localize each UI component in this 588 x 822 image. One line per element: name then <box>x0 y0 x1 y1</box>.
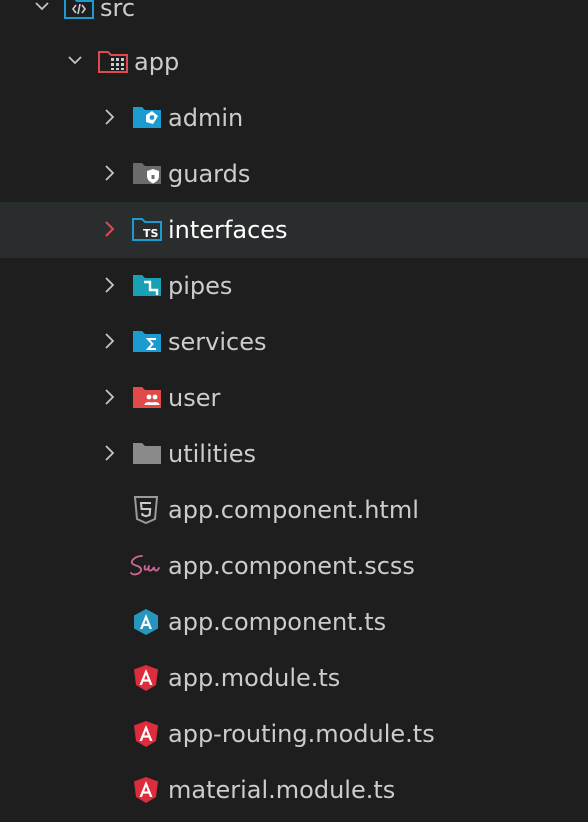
src-folder-icon <box>64 0 94 36</box>
tree-item-pipes-folder[interactable]: pipes <box>0 258 588 314</box>
chevron-right-icon[interactable] <box>102 258 122 314</box>
chevron-right-icon[interactable] <box>102 202 122 258</box>
tree-item-label: services <box>168 328 267 356</box>
tree-item-src-folder[interactable]: src <box>0 0 588 36</box>
pipes-folder-icon <box>132 258 162 314</box>
tree-item-user-folder[interactable]: user <box>0 370 588 426</box>
tree-item-label: app-routing.module.ts <box>168 720 435 748</box>
chevron-down-icon[interactable] <box>34 0 54 36</box>
interfaces-folder-icon: TS <box>132 202 162 258</box>
tree-item-scss-file[interactable]: app.component.scss <box>0 538 588 594</box>
tree-item-label: interfaces <box>168 216 288 244</box>
tree-item-component-ts-file[interactable]: app.component.ts <box>0 594 588 650</box>
tree-item-interfaces-folder[interactable]: TS interfaces <box>0 202 588 258</box>
tree-item-label: app.component.ts <box>168 608 387 636</box>
admin-folder-icon <box>132 90 162 146</box>
file-explorer-tree: src app admin guards TS interfaces pipes… <box>0 0 588 822</box>
svg-text:TS: TS <box>143 227 159 240</box>
user-folder-icon <box>132 370 162 426</box>
tree-item-module-ts-file[interactable]: app.module.ts <box>0 650 588 706</box>
html5-icon <box>133 482 163 538</box>
tree-item-guards-folder[interactable]: guards <box>0 146 588 202</box>
tree-item-label: utilities <box>168 440 256 468</box>
tree-item-label: app.component.html <box>168 496 419 524</box>
services-folder-icon <box>132 314 162 370</box>
angular-icon <box>132 762 162 818</box>
chevron-right-icon[interactable] <box>102 90 122 146</box>
sass-icon <box>128 538 160 594</box>
chevron-down-icon[interactable] <box>67 34 87 90</box>
tree-item-label: user <box>168 384 221 412</box>
tree-item-label: material.module.ts <box>168 776 396 804</box>
app-folder-icon <box>98 34 128 90</box>
angular-component-icon <box>132 594 162 650</box>
angular-icon <box>132 706 162 762</box>
chevron-right-icon[interactable] <box>102 370 122 426</box>
folder-icon <box>132 426 162 482</box>
tree-item-admin-folder[interactable]: admin <box>0 90 588 146</box>
tree-item-utilities-folder[interactable]: utilities <box>0 426 588 482</box>
angular-icon <box>132 650 162 706</box>
chevron-right-icon[interactable] <box>102 426 122 482</box>
tree-item-app-folder[interactable]: app <box>0 34 588 90</box>
chevron-right-icon[interactable] <box>102 146 122 202</box>
guard-folder-icon <box>132 146 162 202</box>
tree-item-label: app <box>134 48 180 76</box>
tree-item-label: pipes <box>168 272 233 300</box>
tree-item-material-module-ts-file[interactable]: material.module.ts <box>0 762 588 818</box>
tree-item-label: app.module.ts <box>168 664 341 692</box>
tree-item-label: src <box>100 0 136 22</box>
tree-item-label: admin <box>168 104 244 132</box>
tree-item-routing-module-ts-file[interactable]: app-routing.module.ts <box>0 706 588 762</box>
tree-item-html-file[interactable]: app.component.html <box>0 482 588 538</box>
tree-item-services-folder[interactable]: services <box>0 314 588 370</box>
tree-item-label: app.component.scss <box>168 552 415 580</box>
chevron-right-icon[interactable] <box>102 314 122 370</box>
tree-item-label: guards <box>168 160 251 188</box>
